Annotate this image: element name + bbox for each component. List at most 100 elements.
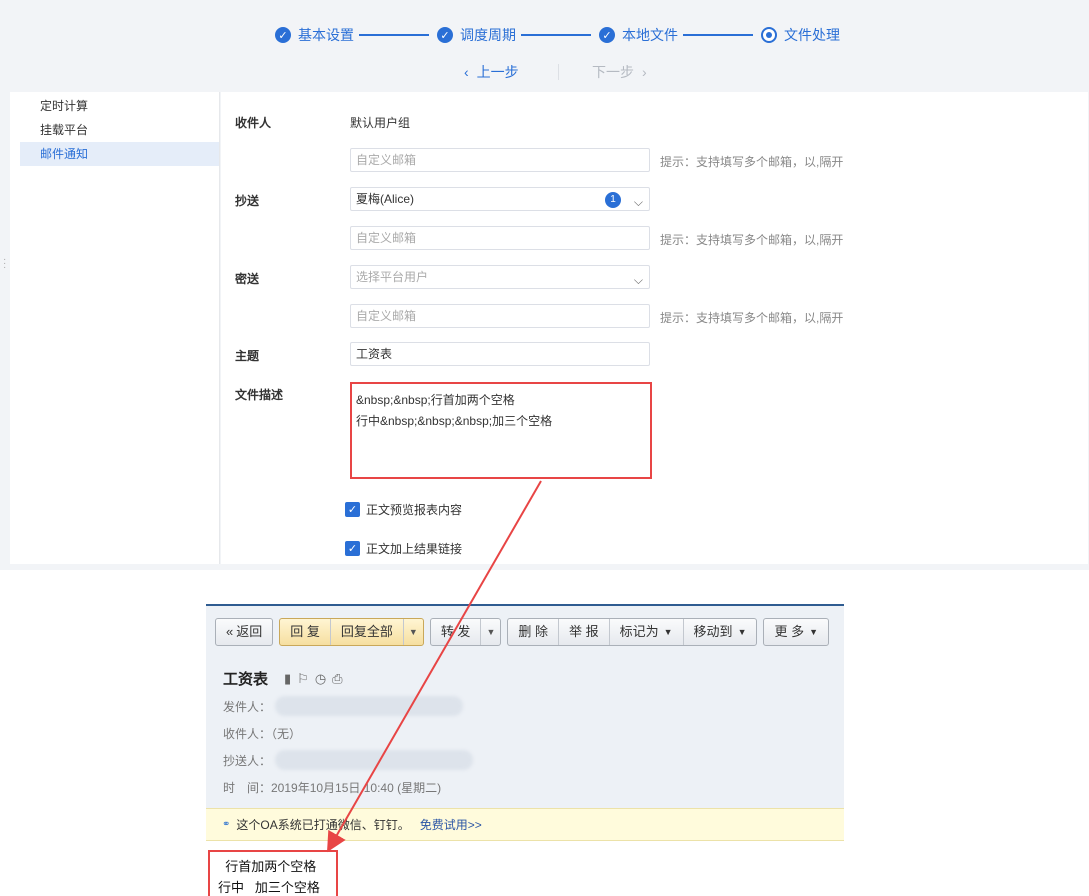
description-label: 文件描述 <box>235 388 284 402</box>
print-icon[interactable]: ⎙ <box>332 671 342 687</box>
mail-to: 收件人：（无） <box>223 725 301 742</box>
step-label: 文件处理 <box>784 27 840 43</box>
recipient-hint: 提示：支持填写多个邮箱，以,隔开 <box>660 155 844 169</box>
mail-body-line: 行首加两个空格 <box>218 859 317 874</box>
sender-address <box>275 696 464 716</box>
chevron-down-icon[interactable]: ▼ <box>404 619 423 645</box>
mail-notice-bar: ⚭ 这个OA系统已打通微信、钉钉。 免费试用>> <box>206 808 844 841</box>
checkbox-checked-icon: ✓ <box>345 502 360 517</box>
cc-selected-value: 夏梅(Alice) <box>356 192 415 206</box>
sidebar-item-email-notify[interactable]: 邮件通知 <box>20 142 219 166</box>
cc-user-select[interactable]: 夏梅(Alice) 1 ⌵ <box>350 187 650 211</box>
cc-count-badge: 1 <box>605 192 621 208</box>
step-navigation: ‹ 上一步 下一步 › <box>0 62 1089 82</box>
step-file-processing[interactable]: 文件处理 <box>761 24 840 46</box>
mail-toolbar: «返回 回 复 回复全部 ▼ 转 发 ▼ 删 除 举 报 标记为 ▼ 移动到 ▼ 更… <box>215 618 835 646</box>
step-local-file[interactable]: ✓ 本地文件 <box>599 24 678 46</box>
mail-subject: 工资表 ▮ ⚐ ◷ ⎙ <box>223 668 343 689</box>
recipient-value: 默认用户组 <box>350 116 411 130</box>
from-label: 发件人： <box>223 699 272 714</box>
bcc-placeholder: 选择平台用户 <box>356 270 429 284</box>
mail-preview: «返回 回 复 回复全部 ▼ 转 发 ▼ 删 除 举 报 标记为 ▼ 移动到 ▼ 更… <box>206 604 844 896</box>
step-label: 基本设置 <box>298 27 354 43</box>
check-icon: ✓ <box>275 27 291 43</box>
next-step-button[interactable]: 下一步 › <box>592 62 647 82</box>
sidebar-item-timed-compute[interactable]: 定时计算 <box>20 94 219 118</box>
next-step-label: 下一步 <box>592 64 634 80</box>
bcc-user-select[interactable]: 选择平台用户 ⌵ <box>350 265 650 289</box>
chevron-down-icon: ▼ <box>737 627 747 637</box>
description-line: &nbsp;&nbsp;行首加两个空格 <box>356 393 515 407</box>
description-textarea[interactable]: &nbsp;&nbsp;行首加两个空格 行中&nbsp;&nbsp;&nbsp;… <box>350 382 652 479</box>
free-trial-link[interactable]: 免费试用>> <box>420 816 482 833</box>
mail-body: 行首加两个空格 行中 加三个空格 <box>208 850 338 896</box>
chevron-down-icon: ▼ <box>809 627 819 637</box>
chevron-down-icon[interactable]: ▼ <box>481 619 500 645</box>
step-connector <box>359 34 429 36</box>
description-line: 行中&nbsp;&nbsp;&nbsp;加三个空格 <box>356 414 553 428</box>
prev-step-button[interactable]: ‹ 上一步 <box>464 62 519 82</box>
result-link-checkbox[interactable]: ✓ 正文加上结果链接 <box>345 540 462 557</box>
double-chevron-left-icon: « <box>226 624 234 639</box>
back-button[interactable]: «返回 <box>215 618 274 646</box>
mail-cc: 抄送人： + <box>223 750 474 770</box>
sidebar: 定时计算 挂载平台 邮件通知 <box>10 92 220 564</box>
mark-as-button[interactable]: 标记为 ▼ <box>610 619 684 645</box>
move-to-button[interactable]: 移动到 ▼ <box>684 619 757 645</box>
step-label: 调度周期 <box>460 27 516 43</box>
bcc-label: 密送 <box>235 272 260 286</box>
current-step-icon <box>761 27 777 43</box>
cc-label: 抄送 <box>235 194 260 208</box>
subject-label: 主题 <box>235 349 260 363</box>
mail-body-line: 行中 加三个空格 <box>218 880 320 895</box>
mail-time: 时 间：2019年10月15日 10:40 (星期二) <box>223 781 442 795</box>
preview-report-label: 正文预览报表内容 <box>366 503 463 517</box>
reply-group: 回 复 回复全部 ▼ <box>279 618 424 646</box>
more-button[interactable]: 更 多 ▼ <box>763 618 830 646</box>
more-label: 更 多 <box>774 624 805 639</box>
move-to-label: 移动到 <box>693 624 733 639</box>
chevron-down-icon: ▼ <box>663 627 673 637</box>
email-form: 收件人 默认用户组 自定义邮箱 提示：支持填写多个邮箱，以,隔开 抄送 夏梅(A… <box>221 92 1088 564</box>
step-connector <box>521 34 591 36</box>
prev-step-label: 上一步 <box>476 64 519 80</box>
cc-address <box>275 750 474 770</box>
check-icon: ✓ <box>599 27 615 43</box>
link-icon: ⚭ <box>222 819 231 830</box>
chevron-down-icon: ⌵ <box>633 273 643 287</box>
delete-button[interactable]: 删 除 <box>508 619 559 645</box>
cc-meta-label: 抄送人： <box>223 753 272 768</box>
divider <box>558 64 559 80</box>
checkbox-checked-icon: ✓ <box>345 541 360 556</box>
reply-all-button[interactable]: 回复全部 <box>331 619 404 645</box>
recipient-custom-email-input[interactable]: 自定义邮箱 <box>350 148 650 172</box>
clock-icon[interactable]: ◷ <box>315 671 326 687</box>
step-schedule[interactable]: ✓ 调度周期 <box>437 24 516 46</box>
bookmark-icon[interactable]: ▮ <box>284 671 291 687</box>
chevron-left-icon: ‹ <box>464 64 469 80</box>
config-area: ✓ 基本设置 ✓ 调度周期 ✓ 本地文件 文件处理 ‹ 上一步 下一步 › · ·… <box>0 0 1089 570</box>
flag-icon[interactable]: ⚐ <box>297 671 309 687</box>
forward-group: 转 发 ▼ <box>429 618 502 646</box>
resize-handle-icon[interactable]: · · · <box>3 255 6 273</box>
back-label: 返回 <box>236 624 263 639</box>
subject-input[interactable]: 工资表 <box>350 342 650 366</box>
recipient-label: 收件人 <box>235 116 272 130</box>
sidebar-item-mount-platform[interactable]: 挂载平台 <box>20 118 219 142</box>
step-basic-settings[interactable]: ✓ 基本设置 <box>275 24 354 46</box>
cc-custom-email-input[interactable]: 自定义邮箱 <box>350 226 650 250</box>
forward-button[interactable]: 转 发 <box>431 619 482 645</box>
report-button[interactable]: 举 报 <box>559 619 610 645</box>
bcc-hint: 提示：支持填写多个邮箱，以,隔开 <box>660 311 844 325</box>
mail-from: 发件人： + <box>223 696 464 716</box>
bcc-custom-email-input[interactable]: 自定义邮箱 <box>350 304 650 328</box>
preview-report-checkbox[interactable]: ✓ 正文预览报表内容 <box>345 501 462 518</box>
mail-subject-text: 工资表 <box>223 671 269 688</box>
reply-button[interactable]: 回 复 <box>280 619 331 645</box>
step-label: 本地文件 <box>622 27 678 43</box>
step-progress: ✓ 基本设置 ✓ 调度周期 ✓ 本地文件 文件处理 <box>0 24 1089 46</box>
chevron-right-icon: › <box>642 64 647 80</box>
check-icon: ✓ <box>437 27 453 43</box>
action-group: 删 除 举 报 标记为 ▼ 移动到 ▼ <box>507 618 758 646</box>
mail-header: «返回 回 复 回复全部 ▼ 转 发 ▼ 删 除 举 报 标记为 ▼ 移动到 ▼ 更… <box>206 606 844 808</box>
